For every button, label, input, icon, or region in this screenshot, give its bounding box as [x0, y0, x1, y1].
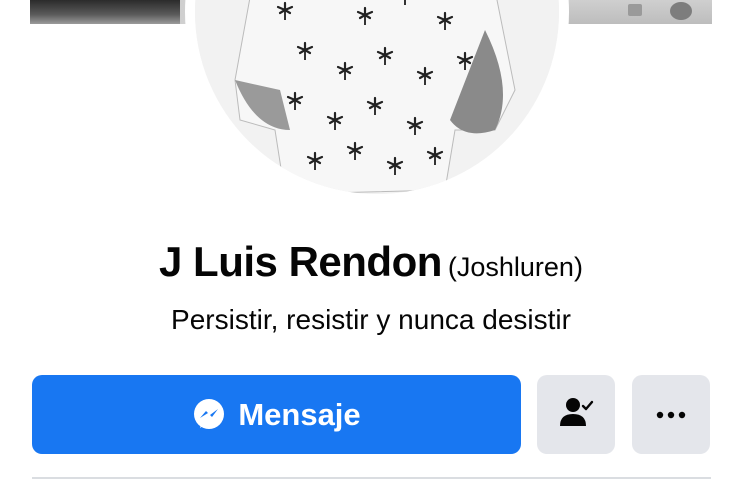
cover-photo-left: [30, 0, 180, 24]
cover-detail-face: [670, 2, 692, 20]
message-button-label: Mensaje: [238, 396, 361, 432]
section-divider: [32, 477, 711, 479]
profile-name: J Luis Rendon: [159, 238, 442, 285]
cover-detail: [628, 4, 642, 16]
more-options-button[interactable]: [632, 375, 710, 454]
profile-bio: Persistir, resistir y nunca desistir: [171, 304, 571, 335]
avatar-photo: [195, 0, 559, 194]
cover-photo-right: [552, 0, 712, 24]
friend-check-icon: [558, 394, 594, 435]
more-options-icon: [656, 406, 686, 424]
profile-alternate-name: (Joshluren): [447, 252, 583, 282]
message-button[interactable]: Mensaje: [32, 375, 521, 454]
profile-name-row: J Luis Rendon (Joshluren): [0, 238, 742, 286]
profile-avatar[interactable]: [195, 0, 559, 194]
messenger-icon: [192, 398, 226, 432]
friends-button[interactable]: [537, 375, 615, 454]
